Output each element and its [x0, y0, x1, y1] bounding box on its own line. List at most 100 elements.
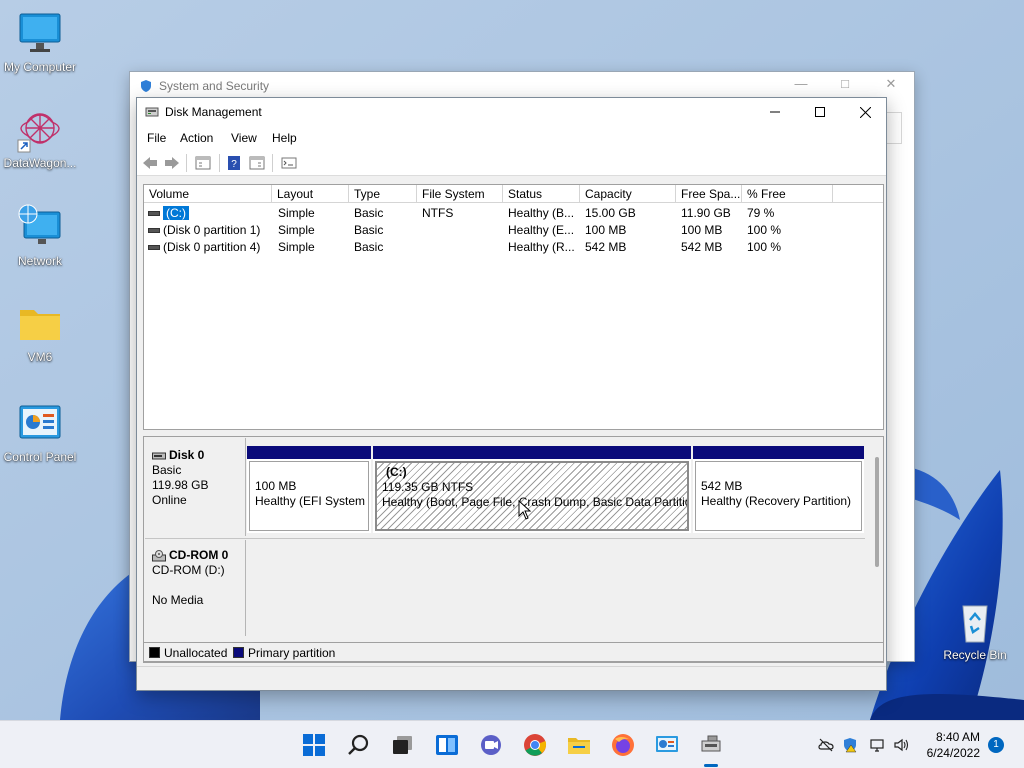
menu-view[interactable]: View	[231, 131, 257, 145]
menu-bar: File Action View Help	[137, 126, 886, 150]
column-header-volume[interactable]: Volume	[144, 185, 272, 203]
partition-size: 119.35 GB NTFS	[382, 480, 474, 494]
volume-name: (Disk 0 partition 4)	[163, 240, 261, 254]
control-panel-icon[interactable]	[655, 733, 679, 757]
forward-icon[interactable]	[163, 154, 181, 172]
type-cell: Basic	[354, 240, 384, 254]
search-icon[interactable]	[347, 733, 371, 757]
show-hide-console-tree-icon[interactable]	[194, 154, 212, 172]
column-header-file-system[interactable]: File System	[417, 185, 503, 203]
maximize-icon	[815, 107, 825, 117]
menu-help[interactable]: Help	[272, 131, 297, 145]
layout-cell: Simple	[278, 240, 315, 254]
properties-icon[interactable]	[280, 154, 298, 172]
drive-icon	[148, 228, 160, 233]
file-explorer-icon[interactable]	[567, 733, 591, 757]
chat-icon[interactable]	[479, 733, 503, 757]
type-cell: Basic	[354, 223, 384, 237]
partition-efi[interactable]: 100 MB Healthy (EFI System I	[247, 446, 371, 533]
partition-c[interactable]: (C:) 119.35 GB NTFS Healthy (Boot, Page …	[373, 446, 691, 533]
disk-management-window[interactable]: Disk Management File Action View Help ? …	[136, 97, 887, 691]
taskbar: 8:40 AM 6/24/2022 1	[0, 720, 1024, 768]
desktop-icon-network[interactable]: Network	[0, 204, 80, 268]
volume-row[interactable]: (Disk 0 partition 4) Simple Basic Health…	[144, 239, 883, 256]
partition-recovery[interactable]: 542 MB Healthy (Recovery Partition)	[693, 446, 864, 533]
window-title: System and Security	[159, 79, 270, 93]
disk-type: Basic	[152, 463, 182, 477]
network-icon	[16, 204, 64, 252]
desktop-icon-label: VM6	[27, 350, 53, 364]
recycle-bin-icon	[951, 598, 999, 646]
disk-name: Disk 0	[169, 448, 205, 462]
volume-row[interactable]: (C:) Simple Basic NTFS Healthy (B... 15.…	[144, 205, 883, 222]
disk-graphical-view[interactable]: Disk 0 Basic 119.98 GB Online 100 MB Hea…	[143, 436, 884, 663]
capacity-cell: 15.00 GB	[585, 206, 636, 220]
status-cell: Healthy (R...	[508, 240, 575, 254]
free-space-cell: 11.90 GB	[681, 206, 731, 220]
show-hide-action-pane-icon[interactable]	[248, 154, 266, 172]
network-tray-icon[interactable]	[870, 737, 886, 753]
folder-icon	[16, 300, 64, 348]
minimize-button[interactable]	[752, 98, 798, 126]
status-cell: Healthy (B...	[508, 206, 575, 220]
volume-list-header: Volume Layout Type File System Status Ca…	[144, 185, 883, 203]
scrollbar[interactable]	[875, 457, 879, 567]
search-box-edge[interactable]	[886, 112, 902, 144]
partition-status: Healthy (Boot, Page File, Crash Dump, Ba…	[382, 495, 689, 509]
title-bar[interactable]: Disk Management	[137, 98, 886, 126]
partition-status: Healthy (Recovery Partition)	[701, 494, 852, 508]
desktop-icon-control-panel[interactable]: Control Panel	[0, 400, 80, 464]
cdrom-0-label[interactable]: CD-ROM 0 CD-ROM (D:) No Media	[145, 540, 246, 636]
back-icon[interactable]	[141, 154, 159, 172]
title-bar[interactable]: System and Security — □ ✕	[130, 72, 914, 100]
column-header-layout[interactable]: Layout	[272, 185, 349, 203]
column-header-percent-free[interactable]: % Free	[742, 185, 833, 203]
desktop-icon-vm6[interactable]: VM6	[0, 300, 80, 364]
desktop-icon-label: Recycle Bin	[943, 648, 1007, 662]
start-icon[interactable]	[302, 733, 326, 757]
desktop-icon-recycle-bin[interactable]: Recycle Bin	[935, 598, 1015, 662]
notification-badge[interactable]: 1	[988, 737, 1004, 753]
firefox-icon[interactable]	[611, 733, 635, 757]
disk-0-label[interactable]: Disk 0 Basic 119.98 GB Online	[145, 438, 246, 536]
disk-size: 119.98 GB	[152, 478, 209, 492]
onedrive-offline-icon[interactable]	[818, 737, 834, 753]
percent-free-cell: 100 %	[747, 223, 782, 237]
volume-icon[interactable]	[893, 737, 909, 753]
column-header-type[interactable]: Type	[349, 185, 417, 203]
chrome-icon[interactable]	[523, 733, 547, 757]
legend-unallocated-label: Unallocated	[164, 646, 228, 660]
cdrom-drive: CD-ROM (D:)	[152, 563, 225, 577]
security-warning-icon[interactable]	[842, 737, 858, 753]
maximize-button[interactable]: □	[834, 76, 856, 94]
disk-management-icon[interactable]	[699, 733, 723, 757]
primary-partition-bar	[693, 446, 864, 459]
volume-name: (Disk 0 partition 1)	[163, 223, 261, 237]
type-cell: Basic	[354, 206, 384, 220]
disk-divider	[145, 538, 865, 539]
cdrom-name: CD-ROM 0	[169, 548, 229, 562]
volume-row[interactable]: (Disk 0 partition 1) Simple Basic Health…	[144, 222, 883, 239]
menu-file[interactable]: File	[147, 131, 166, 145]
desktop-icon-datawagon[interactable]: DataWagon...	[0, 106, 80, 170]
desktop-icon-label: Network	[17, 254, 62, 268]
task-view-icon[interactable]	[391, 733, 415, 757]
close-button[interactable]	[842, 98, 888, 126]
disk-management-icon	[145, 107, 159, 117]
desktop-icon-label: Control Panel	[3, 450, 77, 464]
column-header-capacity[interactable]: Capacity	[580, 185, 676, 203]
maximize-button[interactable]	[797, 98, 843, 126]
legend-primary-partition-label: Primary partition	[248, 646, 336, 660]
menu-action[interactable]: Action	[180, 131, 213, 145]
help-icon[interactable]: ?	[225, 154, 243, 172]
desktop-icon-my-computer[interactable]: My Computer	[0, 10, 80, 74]
layout-cell: Simple	[278, 223, 315, 237]
column-header-free-space[interactable]: Free Spa...	[676, 185, 742, 203]
column-header-status[interactable]: Status	[503, 185, 580, 203]
toolbar-separator	[219, 154, 220, 172]
close-button[interactable]: ✕	[880, 76, 902, 94]
minimize-button[interactable]: —	[790, 76, 812, 94]
shield-icon	[141, 80, 151, 92]
widgets-icon[interactable]	[435, 733, 459, 757]
volume-list[interactable]: Volume Layout Type File System Status Ca…	[143, 184, 884, 430]
